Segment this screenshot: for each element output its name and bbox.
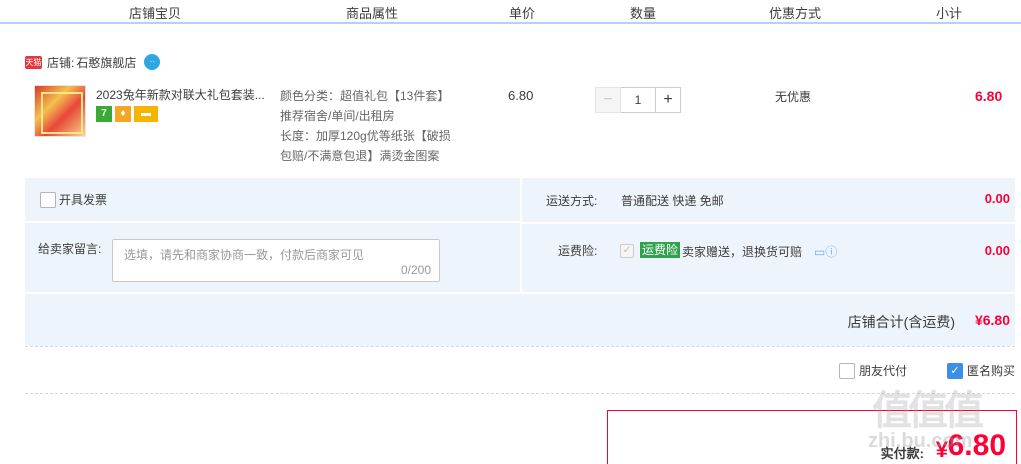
tmall-icon: 天猫 xyxy=(25,55,42,69)
invoice-row: 开具发票 xyxy=(25,178,520,223)
message-char-count: 0/200 xyxy=(400,263,431,277)
cart-header: 店铺宝贝 商品属性 单价 数量 优惠方式 小计 xyxy=(0,0,1021,24)
divider xyxy=(25,393,1015,394)
message-placeholder: 选填，请先和商家协商一致，付款后商家可见 xyxy=(124,248,365,262)
service-badges: 7 ♦ ▬ xyxy=(96,106,158,122)
guarantee-icon[interactable]: ♦ xyxy=(115,106,131,122)
insurance-tag: 运费险 xyxy=(640,242,681,258)
unit-price: 6.80 xyxy=(508,88,534,103)
insurance-label: 运费险: xyxy=(558,244,598,258)
friend-pay-option[interactable]: 朋友代付 xyxy=(839,362,907,379)
product-title-link[interactable]: 2023兔年新款对联大礼包套装... xyxy=(96,86,276,103)
anonymous-label: 匿名购买 xyxy=(967,364,1016,378)
shop-label: 店铺: xyxy=(47,55,75,70)
invoice-label: 开具发票 xyxy=(59,193,108,207)
shipping-row: 运送方式: 普通配送 快递 免邮 0.00 xyxy=(522,178,1015,224)
seller-message-input[interactable]: 选填，请先和商家协商一致，付款后商家可见 0/200 xyxy=(112,239,440,282)
product-attributes: 颜色分类：超值礼包【13件套】 推荐宿舍/单间/出租房 长度：加厚120g优等纸… xyxy=(280,86,480,166)
options-right: 运送方式: 普通配送 快递 免邮 0.00 运费险: ✓ 运费险 卖家赠送，退换… xyxy=(520,178,1015,292)
wangwang-chat-icon[interactable]: ·· xyxy=(144,54,161,70)
attribute-line: 推荐宿舍/单间/出租房 xyxy=(280,109,395,123)
shop-total-value: ¥6.80 xyxy=(974,312,1010,328)
shipping-label: 运送方式: xyxy=(546,194,598,208)
shop-name-link[interactable]: 石憨旗舰店 xyxy=(76,54,136,71)
col-quantity: 数量 xyxy=(630,6,657,21)
anonymous-checkbox[interactable]: ✓ xyxy=(947,362,963,379)
attribute-line: 包赔/不满意包退】满烫金图案 xyxy=(280,149,440,163)
friend-pay-checkbox[interactable] xyxy=(839,362,855,379)
message-label: 给卖家留言: xyxy=(38,242,102,256)
insurance-help-icon[interactable]: ▭ⓘ xyxy=(814,243,837,260)
invoice-checkbox[interactable]: 开具发票 xyxy=(40,191,107,208)
attribute-line: 长度：加厚120g优等纸张【破损 xyxy=(280,129,451,143)
quantity-stepper: − 1 + xyxy=(595,87,681,113)
product-thumbnail[interactable] xyxy=(34,85,86,137)
quantity-increase-button[interactable]: + xyxy=(655,87,681,113)
friend-pay-label: 朋友代付 xyxy=(859,364,908,378)
shipping-method: 普通配送 快递 免邮 xyxy=(621,194,724,208)
credit-card-icon[interactable]: ▬ xyxy=(134,106,158,122)
shop-total-row: 店铺合计(含运费) ¥6.80 xyxy=(25,292,1015,346)
shipping-fee: 0.00 xyxy=(984,191,1010,206)
col-shop-item: 店铺宝贝 xyxy=(129,6,182,21)
watermark-url: zhi.bu.com xyxy=(868,430,973,452)
quantity-decrease-button[interactable]: − xyxy=(595,87,621,113)
divider xyxy=(25,346,1015,347)
seven-day-return-icon[interactable]: 7 xyxy=(96,106,112,122)
watermark: 值值值 xyxy=(872,389,984,433)
discount-method: 无优惠 xyxy=(775,90,812,104)
col-unit-price: 单价 xyxy=(509,6,536,21)
order-options-panel: 开具发票 给卖家留言: 选填，请先和商家协商一致，付款后商家可见 0/200 运… xyxy=(25,178,1015,346)
quantity-input[interactable]: 1 xyxy=(621,87,655,113)
col-attributes: 商品属性 xyxy=(346,6,399,21)
invoice-check-box[interactable] xyxy=(40,191,56,208)
anonymous-buy-option[interactable]: ✓ 匿名购买 xyxy=(947,362,1015,379)
attribute-line: 颜色分类：超值礼包【13件套】 xyxy=(280,89,450,103)
shop-row: 天猫 店铺: 石憨旗舰店 ·· xyxy=(25,52,161,72)
item-subtotal: 6.80 xyxy=(975,88,1003,104)
col-discount: 优惠方式 xyxy=(769,6,822,21)
col-subtotal: 小计 xyxy=(936,6,963,21)
insurance-fee: 0.00 xyxy=(984,243,1010,258)
shop-total-label: 店铺合计(含运费) xyxy=(847,314,955,330)
insurance-text: 卖家赠送，退换货可赔 xyxy=(682,245,803,259)
insurance-checkbox[interactable]: ✓ xyxy=(620,244,634,258)
